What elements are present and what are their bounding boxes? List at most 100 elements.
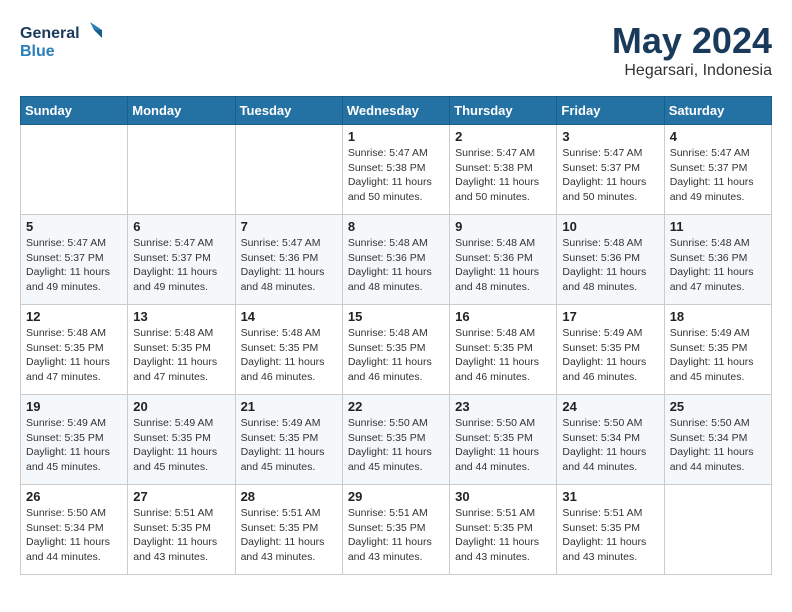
calendar-cell (21, 125, 128, 215)
week-row-2: 5 Sunrise: 5:47 AMSunset: 5:37 PMDaylight… (21, 215, 772, 305)
day-info: Sunrise: 5:48 AMSunset: 5:36 PMDaylight:… (348, 236, 444, 295)
calendar-cell: 5Sunrise: 5:47 AMSunset: 5:37 PMDaylight… (21, 215, 128, 305)
month-title: May 2024 (612, 20, 772, 62)
calendar-cell: 15Sunrise: 5:48 AMSunset: 5:35 PMDayligh… (342, 305, 449, 395)
day-number: 25 (670, 399, 766, 414)
day-number: 10 (562, 219, 658, 234)
calendar-table: SundayMondayTuesdayWednesdayThursdayFrid… (20, 96, 772, 575)
header-sunday: Sunday (21, 97, 128, 125)
day-number: 3 (562, 129, 658, 144)
calendar-cell: 19 Sunrise: 5:49 AMSunset: 5:35 PMDayligh… (21, 395, 128, 485)
day-info: Sunrise: 5:48 AMSunset: 5:36 PMDaylight:… (455, 236, 551, 295)
day-number: 14 (241, 309, 337, 324)
header-friday: Friday (557, 97, 664, 125)
calendar-cell: 23Sunrise: 5:50 AMSunset: 5:35 PMDayligh… (450, 395, 557, 485)
header-saturday: Saturday (664, 97, 771, 125)
header-tuesday: Tuesday (235, 97, 342, 125)
calendar-cell: 18 Sunrise: 5:49 AMSunset: 5:35 PMDayligh… (664, 305, 771, 395)
calendar-cell: 21 Sunrise: 5:49 AMSunset: 5:35 PMDayligh… (235, 395, 342, 485)
day-number: 19 (26, 399, 122, 414)
calendar-cell: 30Sunrise: 5:51 AMSunset: 5:35 PMDayligh… (450, 485, 557, 575)
location: Hegarsari, Indonesia (612, 62, 772, 80)
calendar-cell: 28 Sunrise: 5:51 AMSunset: 5:35 PMDayligh… (235, 485, 342, 575)
day-info: Sunrise: 5:47 AMSunset: 5:37 PMDaylight:… (670, 146, 766, 205)
day-info: Sunrise: 5:50 AMSunset: 5:34 PMDaylight:… (670, 416, 766, 475)
calendar-cell: 20 Sunrise: 5:49 AMSunset: 5:35 PMDayligh… (128, 395, 235, 485)
day-info: Sunrise: 5:48 AMSunset: 5:35 PMDaylight:… (26, 326, 122, 385)
calendar-cell: 24Sunrise: 5:50 AMSunset: 5:34 PMDayligh… (557, 395, 664, 485)
day-info: Sunrise: 5:50 AMSunset: 5:35 PMDaylight:… (455, 416, 551, 475)
day-number: 16 (455, 309, 551, 324)
logo-svg: GeneralBlue (20, 20, 110, 62)
page-header: GeneralBlue May 2024 Hegarsari, Indonesi… (20, 20, 772, 80)
title-block: May 2024 Hegarsari, Indonesia (612, 20, 772, 80)
day-info: Sunrise: 5:48 AMSunset: 5:36 PMDaylight:… (562, 236, 658, 295)
calendar-cell: 4 Sunrise: 5:47 AMSunset: 5:37 PMDaylight… (664, 125, 771, 215)
day-number: 21 (241, 399, 337, 414)
day-number: 1 (348, 129, 444, 144)
day-number: 28 (241, 489, 337, 504)
calendar-cell: 7Sunrise: 5:47 AMSunset: 5:36 PMDaylight… (235, 215, 342, 305)
week-row-5: 26 Sunrise: 5:50 AMSunset: 5:34 PMDayligh… (21, 485, 772, 575)
calendar-cell: 17Sunrise: 5:49 AMSunset: 5:35 PMDayligh… (557, 305, 664, 395)
calendar-cell: 9Sunrise: 5:48 AMSunset: 5:36 PMDaylight… (450, 215, 557, 305)
day-number: 15 (348, 309, 444, 324)
calendar-cell: 27 Sunrise: 5:51 AMSunset: 5:35 PMDayligh… (128, 485, 235, 575)
calendar-cell: 8 Sunrise: 5:48 AMSunset: 5:36 PMDaylight… (342, 215, 449, 305)
day-info: Sunrise: 5:48 AMSunset: 5:35 PMDaylight:… (133, 326, 229, 385)
calendar-cell (235, 125, 342, 215)
day-info: Sunrise: 5:49 AMSunset: 5:35 PMDaylight:… (241, 416, 337, 475)
week-row-4: 19 Sunrise: 5:49 AMSunset: 5:35 PMDayligh… (21, 395, 772, 485)
svg-text:Blue: Blue (20, 43, 55, 60)
day-info: Sunrise: 5:49 AMSunset: 5:35 PMDaylight:… (670, 326, 766, 385)
calendar-cell: 22 Sunrise: 5:50 AMSunset: 5:35 PMDayligh… (342, 395, 449, 485)
calendar-cell (664, 485, 771, 575)
day-number: 27 (133, 489, 229, 504)
day-info: Sunrise: 5:47 AMSunset: 5:37 PMDaylight:… (133, 236, 229, 295)
day-number: 2 (455, 129, 551, 144)
day-number: 13 (133, 309, 229, 324)
calendar-cell: 29Sunrise: 5:51 AMSunset: 5:35 PMDayligh… (342, 485, 449, 575)
header-monday: Monday (128, 97, 235, 125)
calendar-cell: 26 Sunrise: 5:50 AMSunset: 5:34 PMDayligh… (21, 485, 128, 575)
calendar-cell: 31Sunrise: 5:51 AMSunset: 5:35 PMDayligh… (557, 485, 664, 575)
day-number: 22 (348, 399, 444, 414)
day-number: 24 (562, 399, 658, 414)
day-info: Sunrise: 5:50 AMSunset: 5:35 PMDaylight:… (348, 416, 444, 475)
calendar-cell: 12Sunrise: 5:48 AMSunset: 5:35 PMDayligh… (21, 305, 128, 395)
day-info: Sunrise: 5:49 AMSunset: 5:35 PMDaylight:… (133, 416, 229, 475)
day-info: Sunrise: 5:47 AMSunset: 5:37 PMDaylight:… (562, 146, 658, 205)
day-number: 11 (670, 219, 766, 234)
calendar-cell: 16 Sunrise: 5:48 AMSunset: 5:35 PMDayligh… (450, 305, 557, 395)
calendar-cell: 13 Sunrise: 5:48 AMSunset: 5:35 PMDayligh… (128, 305, 235, 395)
day-number: 29 (348, 489, 444, 504)
day-number: 26 (26, 489, 122, 504)
day-info: Sunrise: 5:51 AMSunset: 5:35 PMDaylight:… (241, 506, 337, 565)
calendar-cell: 14Sunrise: 5:48 AMSunset: 5:35 PMDayligh… (235, 305, 342, 395)
week-row-1: 1 Sunrise: 5:47 AMSunset: 5:38 PMDaylight… (21, 125, 772, 215)
day-number: 18 (670, 309, 766, 324)
calendar-cell: 11Sunrise: 5:48 AMSunset: 5:36 PMDayligh… (664, 215, 771, 305)
day-info: Sunrise: 5:48 AMSunset: 5:35 PMDaylight:… (455, 326, 551, 385)
day-info: Sunrise: 5:47 AMSunset: 5:38 PMDaylight:… (348, 146, 444, 205)
day-info: Sunrise: 5:47 AMSunset: 5:38 PMDaylight:… (455, 146, 551, 205)
day-info: Sunrise: 5:51 AMSunset: 5:35 PMDaylight:… (562, 506, 658, 565)
day-info: Sunrise: 5:49 AMSunset: 5:35 PMDaylight:… (26, 416, 122, 475)
day-number: 7 (241, 219, 337, 234)
day-number: 4 (670, 129, 766, 144)
day-number: 17 (562, 309, 658, 324)
day-info: Sunrise: 5:50 AMSunset: 5:34 PMDaylight:… (26, 506, 122, 565)
calendar-cell: 10 Sunrise: 5:48 AMSunset: 5:36 PMDayligh… (557, 215, 664, 305)
day-number: 30 (455, 489, 551, 504)
calendar-cell: 3 Sunrise: 5:47 AMSunset: 5:37 PMDaylight… (557, 125, 664, 215)
logo: GeneralBlue (20, 20, 110, 62)
day-number: 6 (133, 219, 229, 234)
day-number: 20 (133, 399, 229, 414)
calendar-cell: 2 Sunrise: 5:47 AMSunset: 5:38 PMDaylight… (450, 125, 557, 215)
week-row-3: 12Sunrise: 5:48 AMSunset: 5:35 PMDayligh… (21, 305, 772, 395)
day-number: 5 (26, 219, 122, 234)
calendar-header-row: SundayMondayTuesdayWednesdayThursdayFrid… (21, 97, 772, 125)
calendar-cell: 25 Sunrise: 5:50 AMSunset: 5:34 PMDayligh… (664, 395, 771, 485)
day-info: Sunrise: 5:51 AMSunset: 5:35 PMDaylight:… (133, 506, 229, 565)
day-number: 8 (348, 219, 444, 234)
